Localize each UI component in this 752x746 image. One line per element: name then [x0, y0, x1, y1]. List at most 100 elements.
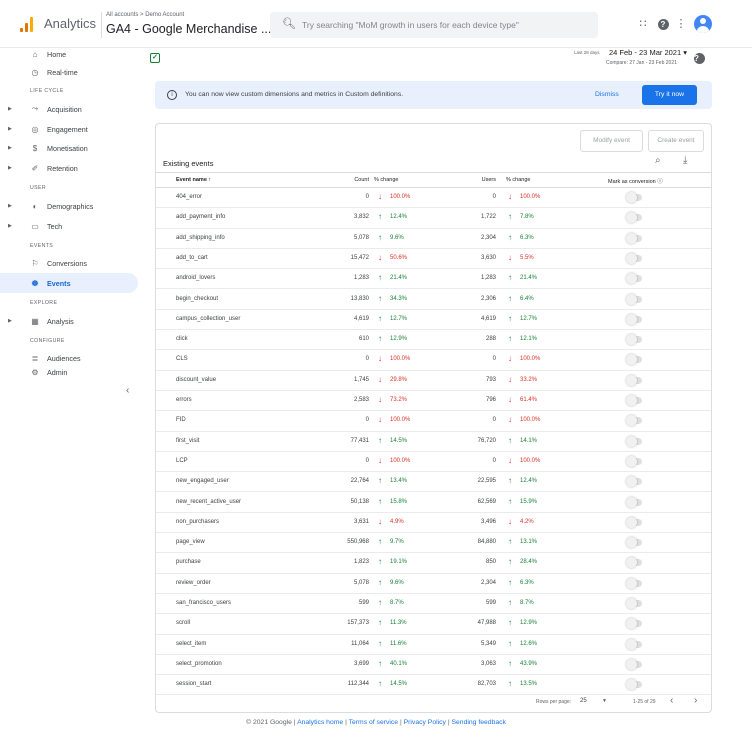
sidebar-item-realtime[interactable]: ◷ Real-time	[0, 62, 138, 82]
event-name-link[interactable]: san_francisco_users	[176, 600, 231, 606]
conversion-toggle[interactable]	[626, 455, 642, 467]
column-header-event-name[interactable]: Event name ↑	[176, 177, 211, 183]
event-name-link[interactable]: first_visit	[176, 438, 199, 444]
property-selector[interactable]: GA4 - Google Merchandise ...▾	[106, 22, 278, 36]
event-name-link[interactable]: campus_collection_user	[176, 316, 240, 322]
conversion-toggle[interactable]	[626, 415, 642, 427]
terms-link[interactable]: Terms of service	[349, 719, 398, 726]
table-row[interactable]: click 610 ↑ 12.9% 288 ↑ 12.1%	[156, 330, 711, 351]
create-event-button[interactable]: Create event	[648, 130, 704, 152]
table-row[interactable]: LCP 0 ↓ 100.0% 0 ↓ 100.0%	[156, 452, 711, 473]
conversion-toggle[interactable]	[626, 232, 642, 244]
conversion-toggle[interactable]	[626, 618, 642, 630]
conversion-toggle[interactable]	[626, 496, 642, 508]
sidebar-item-monetisation[interactable]: ▶ $ Monetisation	[0, 138, 138, 158]
avatar[interactable]	[694, 15, 712, 33]
event-name-link[interactable]: session_start	[176, 681, 211, 687]
table-row[interactable]: review_order 5,078 ↑ 9.6% 2,304 ↑ 6.3%	[156, 574, 711, 594]
table-row[interactable]: add_shipping_info 5,078 ↑ 9.6% 2,304 ↑ 6.3%	[156, 229, 711, 249]
conversion-toggle[interactable]	[626, 435, 642, 447]
rows-per-page-select[interactable]: 25	[580, 698, 587, 704]
table-row[interactable]: scroll 157,373 ↑ 11.3% 47,988 ↑ 12.9%	[156, 614, 711, 635]
sidebar-item-home[interactable]: ⌂ Home	[0, 44, 138, 64]
conversion-toggle[interactable]	[626, 212, 642, 224]
conversion-toggle[interactable]	[626, 598, 642, 609]
event-name-link[interactable]: review_order	[176, 580, 211, 586]
event-name-link[interactable]: new_engaged_user	[176, 478, 229, 484]
sidebar-item-events[interactable]: ☸ Events	[0, 273, 138, 293]
conversion-toggle[interactable]	[626, 313, 642, 325]
conversion-toggle[interactable]	[626, 192, 642, 203]
sidebar-item-tech[interactable]: ▶ ▭ Tech	[0, 216, 138, 236]
search-input[interactable]: 🔍︎ Try searching "MoM growth in users fo…	[270, 12, 598, 38]
event-name-link[interactable]: add_shipping_info	[176, 235, 225, 241]
event-name-link[interactable]: page_view	[176, 539, 205, 545]
conversion-toggle[interactable]	[626, 374, 642, 386]
event-name-link[interactable]: add_to_cart	[176, 255, 208, 261]
column-header-count[interactable]: Count	[336, 177, 369, 183]
column-header-users[interactable]: Users	[456, 177, 496, 183]
page-help-icon[interactable]: ?	[694, 53, 706, 65]
conversion-toggle[interactable]	[626, 679, 642, 691]
sidebar-item-admin[interactable]: ⚙ Admin	[0, 362, 138, 382]
conversion-toggle[interactable]	[626, 658, 642, 670]
analytics-logo-icon[interactable]	[20, 16, 34, 32]
event-name-link[interactable]: new_recent_active_user	[176, 499, 241, 505]
table-row[interactable]: begin_checkout 13,830 ↑ 34.3% 2,306 ↑ 6.4%	[156, 290, 711, 310]
table-row[interactable]: purchase 1,823 ↑ 19.1% 850 ↑ 28.4%	[156, 553, 711, 574]
table-row[interactable]: campus_collection_user 4,619 ↑ 12.7% 4,619 ↑ 1…	[156, 310, 711, 331]
event-name-link[interactable]: android_lovers	[176, 275, 215, 281]
table-row[interactable]: errors 2,583 ↓ 73.2% 796 ↓ 61.4%	[156, 391, 711, 412]
download-icon[interactable]: ⤓	[683, 155, 687, 166]
event-name-link[interactable]: non_purchasers	[176, 519, 219, 525]
next-page-icon[interactable]: ›	[694, 695, 697, 706]
modify-event-button[interactable]: Modify event	[580, 130, 643, 152]
conversion-toggle[interactable]	[626, 273, 642, 285]
sidebar-item-retention[interactable]: ▶ ✐ Retention	[0, 158, 138, 178]
conversion-toggle[interactable]	[626, 638, 642, 650]
conversion-toggle[interactable]	[626, 395, 642, 406]
try-it-now-button[interactable]: Try it now	[642, 85, 697, 105]
sidebar-item-analysis[interactable]: ▶ ▦ Analysis	[0, 311, 138, 331]
table-row[interactable]: android_lovers 1,283 ↑ 21.4% 1,283 ↑ 21.4%	[156, 269, 711, 290]
collapse-sidebar-icon[interactable]: ‹	[126, 385, 129, 396]
search-icon[interactable]: ⌕	[655, 155, 661, 166]
chevron-down-icon[interactable]: ▼	[602, 698, 607, 704]
analytics-home-link[interactable]: Analytics home	[297, 719, 343, 726]
table-row[interactable]: select_promotion 3,699 ↑ 40.1% 3,063 ↑ 43.9%	[156, 655, 711, 676]
event-name-link[interactable]: LCP	[176, 458, 188, 464]
more-options-icon[interactable]: ⋮	[674, 17, 688, 31]
event-name-link[interactable]: select_item	[176, 641, 206, 647]
table-row[interactable]: new_recent_active_user 50,138 ↑ 15.8% 62,569…	[156, 493, 711, 513]
dismiss-button[interactable]: Dismiss	[595, 91, 619, 98]
table-row[interactable]: page_view 550,968 ↑ 9.7% 84,880 ↑ 13.1%	[156, 533, 711, 554]
conversion-toggle[interactable]	[626, 334, 642, 346]
table-row[interactable]: new_engaged_user 22,764 ↑ 13.4% 22,595 ↑ 12.4%	[156, 472, 711, 493]
conversion-toggle[interactable]	[626, 577, 642, 589]
date-range-picker[interactable]: 24 Feb - 23 Mar 2021 ▾	[609, 48, 687, 57]
feedback-link[interactable]: Sending feedback	[451, 719, 505, 726]
account-breadcrumb[interactable]: All accounts > Demo Account	[106, 12, 184, 18]
sidebar-item-demographics[interactable]: ▶ ◐ Demographics	[0, 196, 138, 216]
table-row[interactable]: san_francisco_users 599 ↑ 8.7% 599 ↑ 8.7%	[156, 594, 711, 615]
column-header-users-change[interactable]: % change	[506, 177, 530, 183]
table-row[interactable]: first_visit 77,431 ↑ 14.5% 76,720 ↑ 14.1%	[156, 432, 711, 452]
conversion-toggle[interactable]	[626, 354, 642, 366]
table-row[interactable]: FID 0 ↓ 100.0% 0 ↓ 100.0%	[156, 411, 711, 432]
event-name-link[interactable]: scroll	[176, 620, 190, 626]
table-row[interactable]: select_item 11,064 ↑ 11.6% 5,349 ↑ 12.6%	[156, 635, 711, 655]
event-name-link[interactable]: select_promotion	[176, 661, 222, 667]
conversion-toggle[interactable]	[626, 293, 642, 305]
table-row[interactable]: CLS 0 ↓ 100.0% 0 ↓ 100.0%	[156, 350, 711, 371]
event-name-link[interactable]: purchase	[176, 559, 201, 565]
table-row[interactable]: add_payment_info 3,832 ↑ 12.4% 1,722 ↑ 7.8%	[156, 208, 711, 229]
event-name-link[interactable]: begin_checkout	[176, 296, 218, 302]
event-name-link[interactable]: click	[176, 336, 188, 342]
sidebar-item-engagement[interactable]: ▶ ◎ Engagement	[0, 119, 138, 139]
table-row[interactable]: 404_error 0 ↓ 100.0% 0 ↓ 100.0%	[156, 188, 711, 209]
event-name-link[interactable]: 404_error	[176, 194, 202, 200]
sidebar-item-conversions[interactable]: ⚐ Conversions	[0, 253, 138, 273]
sidebar-item-acquisition[interactable]: ▶ ⤳ Acquisition	[0, 99, 138, 119]
conversion-toggle[interactable]	[626, 537, 642, 549]
event-name-link[interactable]: FID	[176, 417, 186, 423]
